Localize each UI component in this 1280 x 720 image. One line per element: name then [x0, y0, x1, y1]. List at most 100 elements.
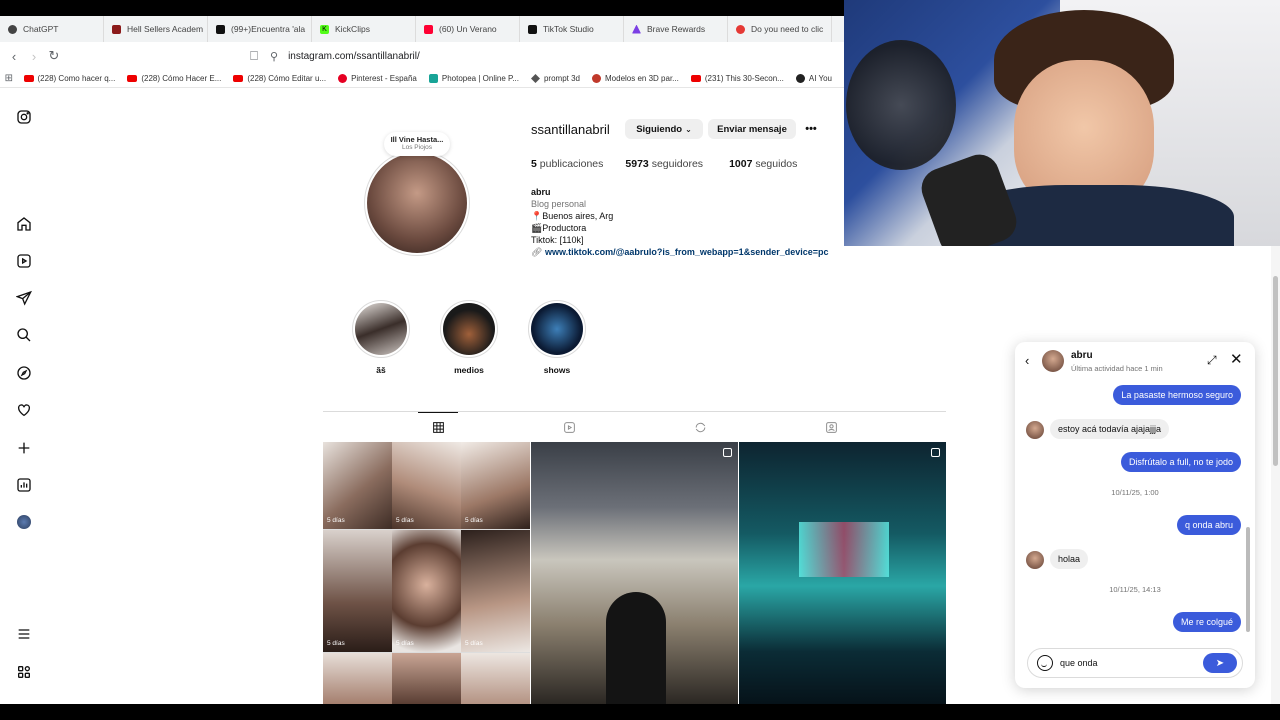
bookmark-item[interactable]: prompt 3d	[530, 74, 580, 83]
browser-tab[interactable]: (99+)Encuentra 'ala	[208, 16, 312, 42]
page-scroll-thumb[interactable]	[1273, 276, 1278, 466]
chat-name[interactable]: abru	[1071, 350, 1093, 361]
post-tile[interactable]	[739, 442, 946, 704]
chat-scroll-thumb[interactable]	[1246, 527, 1250, 632]
page-scrollbar[interactable]	[1271, 246, 1280, 704]
bio-location: 📍Buenos aires, Arg	[531, 211, 614, 221]
emoji-icon[interactable]	[1037, 655, 1053, 671]
browser-tab[interactable]: (60) Un Verano	[416, 16, 520, 42]
bookmarks-bar: ⊞ (228) Como hacer q... (228) Cómo Hacer…	[0, 70, 844, 88]
collage-photo: 5 días	[323, 530, 392, 652]
collage-photo	[461, 653, 530, 704]
highlight-cover	[355, 303, 407, 355]
back-icon[interactable]: ‹	[4, 46, 24, 66]
highlight-label: medios	[454, 365, 484, 375]
reels-icon[interactable]	[15, 252, 33, 270]
bookmark-item[interactable]: Modelos en 3D par...	[592, 74, 679, 83]
browser-tab[interactable]: ChatGPT	[0, 16, 104, 42]
tab-label: Brave Rewards	[647, 24, 706, 34]
bookmark-item[interactable]: Pinterest - España	[338, 74, 417, 83]
chat-avatar[interactable]	[1042, 350, 1064, 372]
heart-icon[interactable]	[15, 401, 33, 419]
repost-icon	[695, 422, 705, 432]
browser-tab[interactable]: Do you need to clic	[728, 16, 832, 42]
bookmark-item[interactable]: (228) Como hacer q...	[23, 74, 115, 83]
profile-username: ssantillanabril	[531, 122, 610, 137]
following-button-label: Siguiendo	[636, 123, 683, 135]
bookmark-item[interactable]: Photopea | Online P...	[428, 74, 519, 83]
bookmark-label: Pinterest - España	[351, 74, 417, 83]
bookmark-item[interactable]: (231) This 30-Secon...	[690, 74, 784, 83]
days-label: 5 días	[327, 640, 345, 647]
site-settings-icon[interactable]: ⚲	[270, 50, 278, 63]
reload-icon[interactable]: ↻	[44, 46, 64, 66]
tagged-icon	[825, 421, 837, 433]
message-outgoing[interactable]: Disfrútalo a full, no te jodo	[1120, 452, 1241, 472]
search-icon[interactable]	[15, 326, 33, 344]
link-icon: 🔗︎	[531, 247, 543, 257]
youtube-icon	[127, 75, 138, 82]
bookmark-label: (228) Cómo Hacer E...	[141, 74, 222, 83]
message-outgoing[interactable]: La pasaste hermoso seguro	[1113, 385, 1241, 405]
expand-icon[interactable]: ⤢	[1207, 353, 1217, 368]
close-icon[interactable]: ✕	[1230, 350, 1243, 368]
following-button[interactable]: Siguiendo ⌄	[625, 119, 703, 139]
chatgpt-icon	[8, 24, 17, 34]
bio-link[interactable]: 🔗︎ www.tiktok.com/@aabrulo?is_from_webap…	[531, 246, 829, 258]
create-icon[interactable]	[15, 439, 33, 457]
more-apps-icon[interactable]	[15, 663, 33, 681]
tab-reels[interactable]	[549, 412, 589, 442]
menu-icon[interactable]	[15, 625, 33, 643]
message-incoming[interactable]: estoy acá todavía ajajajjja	[1050, 419, 1170, 439]
tab-reposts[interactable]	[680, 412, 720, 442]
message-input[interactable]: que onda	[1060, 658, 1203, 668]
highlight-item[interactable]: ãš	[352, 300, 410, 375]
posts-stat: 5 publicaciones	[531, 158, 603, 170]
message-outgoing[interactable]: q onda abru	[1176, 515, 1241, 535]
message-incoming[interactable]: holaa	[1050, 549, 1089, 569]
messages-icon[interactable]	[15, 289, 33, 307]
followers-stat[interactable]: 5973 seguidores	[625, 158, 703, 170]
chat-scrollbar[interactable]	[1246, 382, 1251, 632]
profile-avatar-icon[interactable]	[15, 513, 33, 531]
send-button[interactable]: ➤	[1203, 653, 1237, 673]
explore-icon[interactable]	[15, 364, 33, 382]
bookmark-item[interactable]: AI You	[795, 74, 832, 83]
send-message-button[interactable]: Enviar mensaje	[708, 119, 796, 139]
message-composer[interactable]: que onda ➤	[1027, 648, 1243, 678]
more-options-button[interactable]: •••	[800, 119, 822, 139]
home-icon[interactable]	[15, 215, 33, 233]
bookmark-item[interactable]: (228) Cómo Editar u...	[233, 74, 326, 83]
message-button-label: Enviar mensaje	[717, 123, 787, 135]
bio-tiktok: Tiktok: [110k]	[531, 235, 584, 245]
highlight-cover	[443, 303, 495, 355]
browser-tab[interactable]: K KickClips	[312, 16, 416, 42]
browser-tab[interactable]: TikTok Studio	[520, 16, 624, 42]
tab-posts[interactable]	[418, 412, 458, 442]
apps-icon[interactable]: ⊞	[4, 70, 14, 87]
bookmark-item[interactable]: (228) Cómo Hacer E...	[127, 74, 221, 83]
post-tile[interactable]: 5 días 5 días 5 días 5 días 5 días 5 día…	[323, 442, 530, 704]
dashboard-icon[interactable]	[15, 476, 33, 494]
tab-tagged[interactable]	[811, 412, 851, 442]
post-tile[interactable]	[531, 442, 738, 704]
back-arrow-icon[interactable]: ‹	[1025, 353, 1029, 368]
collage-photo: 5 días	[461, 442, 530, 529]
chevron-down-icon: ⌄	[685, 124, 692, 134]
browser-tab-strip: ChatGPT Hell Sellers Academ (99+)Encuent…	[0, 16, 844, 42]
highlight-ring	[352, 300, 410, 358]
instagram-logo-icon[interactable]	[15, 108, 33, 126]
highlight-item[interactable]: medios	[440, 300, 498, 375]
profile-note[interactable]: Ill Vine Hasta... Los Piojos	[384, 132, 450, 156]
browser-tab[interactable]: Brave Rewards	[624, 16, 728, 42]
forward-icon[interactable]: ›	[24, 46, 44, 66]
message-outgoing[interactable]: Me re colgué	[1172, 612, 1241, 632]
bookmark-icon[interactable]: ⎕	[244, 46, 264, 66]
post-person-silhouette	[606, 592, 666, 704]
address-bar[interactable]: ⚲ instagram.com/ssantillanabril/	[270, 46, 830, 66]
following-stat[interactable]: 1007 seguidos	[729, 158, 797, 170]
browser-tab[interactable]: Hell Sellers Academ	[104, 16, 208, 42]
highlight-item[interactable]: shows	[528, 300, 586, 375]
profile-avatar[interactable]	[364, 150, 470, 256]
profile-stats: 5 publicaciones 5973 seguidores 1007 seg…	[531, 158, 797, 170]
